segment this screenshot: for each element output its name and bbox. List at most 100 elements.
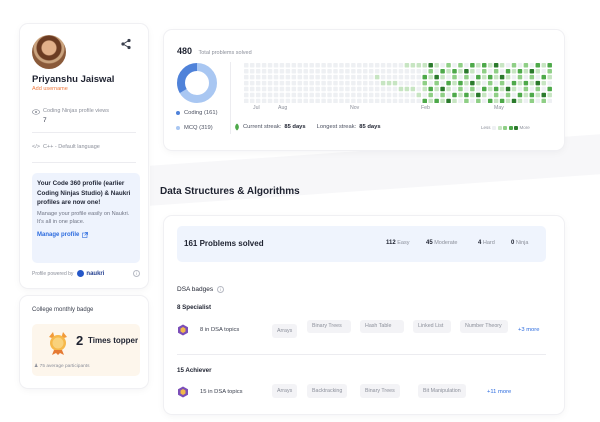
heatmap-cell[interactable] <box>380 63 386 68</box>
heatmap-cell[interactable] <box>351 98 356 103</box>
heatmap-cell[interactable] <box>529 86 535 92</box>
heatmap-cell[interactable] <box>392 80 398 86</box>
heatmap-cell[interactable] <box>363 74 368 80</box>
heatmap-cell[interactable] <box>499 86 505 92</box>
heatmap-cell[interactable] <box>416 68 422 74</box>
heatmap-cell[interactable] <box>309 68 314 74</box>
heatmap-cell[interactable] <box>315 92 320 98</box>
heatmap-cell[interactable] <box>244 80 249 86</box>
heatmap-cell[interactable] <box>333 74 338 80</box>
heatmap-cell[interactable] <box>380 68 386 74</box>
heatmap-cell[interactable] <box>422 68 428 74</box>
heatmap-cell[interactable] <box>315 63 320 68</box>
heatmap-cell[interactable] <box>309 92 314 98</box>
topic-tag[interactable]: Hash Table <box>360 320 404 333</box>
heatmap-cell[interactable] <box>470 63 475 68</box>
heatmap-cell[interactable] <box>368 86 374 92</box>
heatmap-cell[interactable] <box>333 68 338 74</box>
heatmap-cell[interactable] <box>458 63 463 68</box>
topic-tag[interactable]: Binary Trees <box>307 320 351 333</box>
heatmap-cell[interactable] <box>523 98 529 103</box>
heatmap-cell[interactable] <box>416 86 422 92</box>
heatmap-cell[interactable] <box>470 86 475 92</box>
heatmap-cell[interactable] <box>392 68 398 74</box>
heatmap-cell[interactable] <box>422 86 428 92</box>
heatmap-cell[interactable] <box>244 92 249 98</box>
heatmap-cell[interactable] <box>440 63 445 68</box>
heatmap-cell[interactable] <box>535 98 541 103</box>
heatmap-cell[interactable] <box>493 92 499 98</box>
heatmap-cell[interactable] <box>541 80 547 86</box>
heatmap-cell[interactable] <box>249 63 255 68</box>
heatmap-cell[interactable] <box>339 68 344 74</box>
heatmap-cell[interactable] <box>345 68 350 74</box>
heatmap-cell[interactable] <box>261 68 267 74</box>
heatmap-cell[interactable] <box>428 98 433 103</box>
heatmap-cell[interactable] <box>315 86 320 92</box>
heatmap-cell[interactable] <box>517 63 523 68</box>
heatmap-cell[interactable] <box>440 98 445 103</box>
heatmap-cell[interactable] <box>380 74 386 80</box>
heatmap-cell[interactable] <box>446 68 451 74</box>
heatmap-cell[interactable] <box>440 68 445 74</box>
heatmap-cell[interactable] <box>517 92 523 98</box>
heatmap-cell[interactable] <box>374 92 380 98</box>
topic-tag[interactable]: Binary Trees <box>360 384 400 398</box>
heatmap-cell[interactable] <box>244 68 249 74</box>
heatmap-cell[interactable] <box>392 74 398 80</box>
heatmap-cell[interactable] <box>368 74 374 80</box>
heatmap-cell[interactable] <box>523 74 529 80</box>
share-icon[interactable] <box>120 38 132 50</box>
heatmap-cell[interactable] <box>357 68 362 74</box>
heatmap-cell[interactable] <box>285 68 291 74</box>
heatmap-cell[interactable] <box>321 92 326 98</box>
heatmap-cell[interactable] <box>505 63 511 68</box>
heatmap-cell[interactable] <box>261 86 267 92</box>
heatmap-cell[interactable] <box>327 74 332 80</box>
heatmap-cell[interactable] <box>416 80 422 86</box>
heatmap-cell[interactable] <box>529 92 535 98</box>
heatmap-cell[interactable] <box>452 86 457 92</box>
heatmap-cell[interactable] <box>374 74 380 80</box>
heatmap-cell[interactable] <box>446 80 451 86</box>
heatmap-cell[interactable] <box>458 80 463 86</box>
add-username-link[interactable]: Add username <box>32 86 68 92</box>
heatmap-cell[interactable] <box>482 63 487 68</box>
heatmap-cell[interactable] <box>404 98 410 103</box>
heatmap-cell[interactable] <box>487 98 493 103</box>
heatmap-cell[interactable] <box>374 86 380 92</box>
heatmap-cell[interactable] <box>303 68 309 74</box>
heatmap-cell[interactable] <box>511 80 517 86</box>
heatmap-cell[interactable] <box>410 80 416 86</box>
heatmap-cell[interactable] <box>267 63 273 68</box>
heatmap-cell[interactable] <box>315 74 320 80</box>
heatmap-cell[interactable] <box>303 98 309 103</box>
heatmap-cell[interactable] <box>499 68 505 74</box>
heatmap-cell[interactable] <box>285 63 291 68</box>
heatmap-cell[interactable] <box>541 92 547 98</box>
heatmap-cell[interactable] <box>255 80 261 86</box>
heatmap-cell[interactable] <box>440 86 445 92</box>
heatmap-cell[interactable] <box>386 92 392 98</box>
heatmap-cell[interactable] <box>351 63 356 68</box>
heatmap-cell[interactable] <box>374 98 380 103</box>
heatmap-cell[interactable] <box>285 74 291 80</box>
heatmap-cell[interactable] <box>416 98 422 103</box>
heatmap-cell[interactable] <box>434 92 439 98</box>
heatmap-cell[interactable] <box>452 80 457 86</box>
heatmap-cell[interactable] <box>428 68 433 74</box>
topic-tag[interactable]: Bit Manipulation <box>418 384 466 398</box>
heatmap-cell[interactable] <box>446 92 451 98</box>
heatmap-cell[interactable] <box>255 68 261 74</box>
heatmap-cell[interactable] <box>357 80 362 86</box>
heatmap-cell[interactable] <box>339 74 344 80</box>
heatmap-cell[interactable] <box>398 74 404 80</box>
heatmap-cell[interactable] <box>327 63 332 68</box>
heatmap-cell[interactable] <box>440 74 445 80</box>
heatmap-cell[interactable] <box>446 98 451 103</box>
heatmap-cell[interactable] <box>273 86 279 92</box>
heatmap-cell[interactable] <box>452 63 457 68</box>
heatmap-cell[interactable] <box>363 98 368 103</box>
heatmap-cell[interactable] <box>273 98 279 103</box>
heatmap-cell[interactable] <box>505 80 511 86</box>
